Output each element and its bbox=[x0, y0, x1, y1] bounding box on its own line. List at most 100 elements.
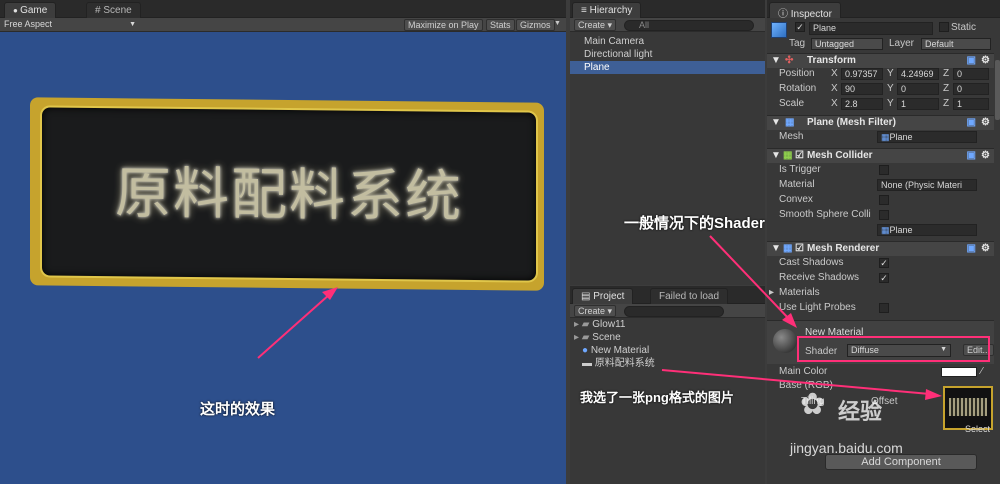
collider-mesh-field[interactable]: ▦Plane bbox=[877, 224, 977, 236]
help-icon: ▣ bbox=[966, 243, 976, 254]
scale-row: Scale X 2.8 Y1 Z1 bbox=[767, 97, 990, 111]
folder-icon: ▸ ▰ bbox=[574, 319, 593, 330]
collider-mesh-value: Plane bbox=[889, 225, 913, 235]
axis-y-label: Y bbox=[887, 83, 894, 94]
rotation-y-field[interactable]: 0 bbox=[897, 83, 939, 95]
position-z-field[interactable]: 0 bbox=[953, 68, 989, 80]
add-component-button[interactable]: Add Component bbox=[825, 454, 977, 470]
foldout-arrow-icon: ▼ bbox=[771, 117, 781, 128]
layer-dropdown[interactable]: Default bbox=[921, 38, 991, 50]
hierarchy-panel: ≡ Hierarchy Create ▾ All Main Camera Dir… bbox=[570, 0, 765, 285]
collider-icon: ▦ bbox=[783, 150, 793, 161]
inspector-tabbar: ⓘ Inspector bbox=[767, 0, 1000, 20]
is-trigger-checkbox[interactable] bbox=[879, 165, 889, 175]
hierarchy-item-directional-light[interactable]: Directional light bbox=[570, 48, 765, 61]
hierarchy-create-button[interactable]: Create ▾ bbox=[574, 19, 617, 31]
mesh-filter-header[interactable]: ▼ ▦ Plane (Mesh Filter) ▣ ⚙ bbox=[767, 115, 994, 130]
position-row: Position X 0.97357 Y 4.24969 Z0 bbox=[767, 67, 990, 81]
collider-material-row: Material None (Physic Materi bbox=[767, 178, 990, 192]
project-search-input[interactable] bbox=[624, 306, 724, 317]
hierarchy-item-plane[interactable]: Plane bbox=[570, 61, 765, 74]
main-color-row: Main Color ⁄ bbox=[767, 365, 990, 379]
hierarchy-search-input[interactable]: All bbox=[624, 20, 754, 31]
mesh-renderer-header[interactable]: ▼ ▦ ☑ Mesh Renderer ▣ ⚙ bbox=[767, 241, 994, 256]
scale-y-field[interactable]: 1 bbox=[897, 98, 939, 110]
materials-label: Materials bbox=[779, 287, 820, 298]
project-item-texture[interactable]: ▬ 原料配料系统 bbox=[570, 357, 765, 370]
annotation-effect: 这时的效果 bbox=[200, 401, 276, 418]
hierarchy-item-main-camera[interactable]: Main Camera bbox=[570, 35, 765, 48]
folder-icon: ▸ ▰ bbox=[574, 332, 593, 343]
cube-icon bbox=[771, 22, 787, 38]
axis-x-label: X bbox=[831, 68, 838, 79]
project-item-new-material[interactable]: ● New Material bbox=[570, 344, 765, 357]
enabled-check-icon[interactable]: ☑ bbox=[795, 242, 804, 256]
cast-shadows-checkbox[interactable]: ✓ bbox=[879, 258, 889, 268]
project-item-glow11[interactable]: ▸ ▰ Glow11 bbox=[570, 318, 765, 331]
enabled-check-icon[interactable]: ☑ bbox=[795, 149, 804, 163]
texture-preview bbox=[949, 398, 987, 416]
project-item-label: Scene bbox=[592, 332, 621, 343]
tab-failed-to-load[interactable]: Failed to load bbox=[650, 288, 729, 304]
light-probes-label: Use Light Probes bbox=[779, 302, 856, 313]
receive-shadows-label: Receive Shadows bbox=[779, 272, 860, 283]
active-checkbox[interactable]: ✓ bbox=[795, 22, 805, 32]
mesh-label: Mesh bbox=[779, 131, 804, 142]
transform-header[interactable]: ▼ ✣ Transform ▣ ⚙ bbox=[767, 53, 994, 68]
shader-highlight bbox=[797, 336, 990, 362]
scale-x-field[interactable]: 2.8 bbox=[841, 98, 883, 110]
smooth-sphere-row: Smooth Sphere Colli bbox=[767, 208, 990, 222]
texture-select-button[interactable]: Select bbox=[965, 424, 990, 434]
collider-mesh-row: ▦Plane bbox=[767, 223, 990, 237]
renderer-icon: ▦ bbox=[783, 243, 793, 254]
annotation-shader-note: 一般情况下的Shader bbox=[624, 215, 765, 232]
tag-dropdown[interactable]: Untagged bbox=[811, 38, 883, 50]
static-checkbox[interactable] bbox=[939, 22, 949, 32]
collider-material-field[interactable]: None (Physic Materi bbox=[877, 179, 977, 191]
eyedropper-icon[interactable]: ⁄ bbox=[981, 365, 983, 379]
tag-label: Tag bbox=[789, 38, 806, 49]
position-y-field[interactable]: 4.24969 bbox=[897, 68, 939, 80]
project-create-button[interactable]: Create ▾ bbox=[574, 305, 617, 317]
axis-z-label: Z bbox=[943, 98, 950, 109]
mesh-field[interactable]: ▦Plane bbox=[877, 131, 977, 143]
transform-title: Transform bbox=[807, 55, 856, 66]
light-probes-checkbox[interactable] bbox=[879, 303, 889, 313]
layer-label: Layer bbox=[889, 38, 915, 49]
texture-icon: ▬ bbox=[582, 358, 595, 369]
axis-z-label: Z bbox=[943, 83, 950, 94]
gear-icon: ⚙ bbox=[981, 243, 990, 254]
object-name-field[interactable]: Plane bbox=[809, 22, 933, 35]
tab-project-label: Project bbox=[593, 291, 625, 302]
game-panel: ● Game # Scene Free Aspect ▼ Maximize on… bbox=[0, 0, 566, 484]
tab-hierarchy-label: Hierarchy bbox=[589, 5, 633, 16]
mesh-icon: ▦ bbox=[881, 225, 890, 235]
materials-row[interactable]: ▸ Materials bbox=[767, 286, 990, 300]
tab-inspector[interactable]: ⓘ Inspector bbox=[769, 2, 841, 20]
watermark-url: jingyan.baidu.com bbox=[790, 440, 903, 456]
position-label: Position bbox=[779, 68, 815, 79]
rotation-row: Rotation X 90 Y0 Z0 bbox=[767, 82, 990, 96]
tab-inspector-label: Inspector bbox=[790, 9, 832, 20]
position-x-field[interactable]: 0.97357 bbox=[841, 68, 883, 80]
is-trigger-row: Is Trigger bbox=[767, 163, 990, 177]
mesh-collider-header[interactable]: ▼ ▦ ☑ Mesh Collider ▣ ⚙ bbox=[767, 148, 994, 163]
receive-shadows-checkbox[interactable]: ✓ bbox=[879, 273, 889, 283]
tab-project[interactable]: ▤ Project bbox=[572, 288, 634, 304]
static-label: Static bbox=[951, 22, 977, 33]
project-item-scene[interactable]: ▸ ▰ Scene bbox=[570, 331, 765, 344]
list-icon: ≡ bbox=[581, 5, 590, 16]
smooth-sphere-checkbox[interactable] bbox=[879, 210, 889, 220]
scrollbar[interactable] bbox=[995, 60, 1000, 120]
project-item-label: 原料配料系统 bbox=[594, 358, 655, 369]
rotation-x-field[interactable]: 90 bbox=[841, 83, 883, 95]
main-color-swatch[interactable] bbox=[941, 367, 977, 377]
convex-checkbox[interactable] bbox=[879, 195, 889, 205]
axis-z-label: Z bbox=[943, 68, 950, 79]
axis-x-label: X bbox=[831, 98, 838, 109]
project-tabbar: ▤ Project Failed to load bbox=[570, 286, 765, 304]
scale-z-field[interactable]: 1 bbox=[953, 98, 989, 110]
rotation-z-field[interactable]: 0 bbox=[953, 83, 989, 95]
tab-hierarchy[interactable]: ≡ Hierarchy bbox=[572, 2, 642, 18]
info-icon: ⓘ bbox=[778, 9, 791, 20]
